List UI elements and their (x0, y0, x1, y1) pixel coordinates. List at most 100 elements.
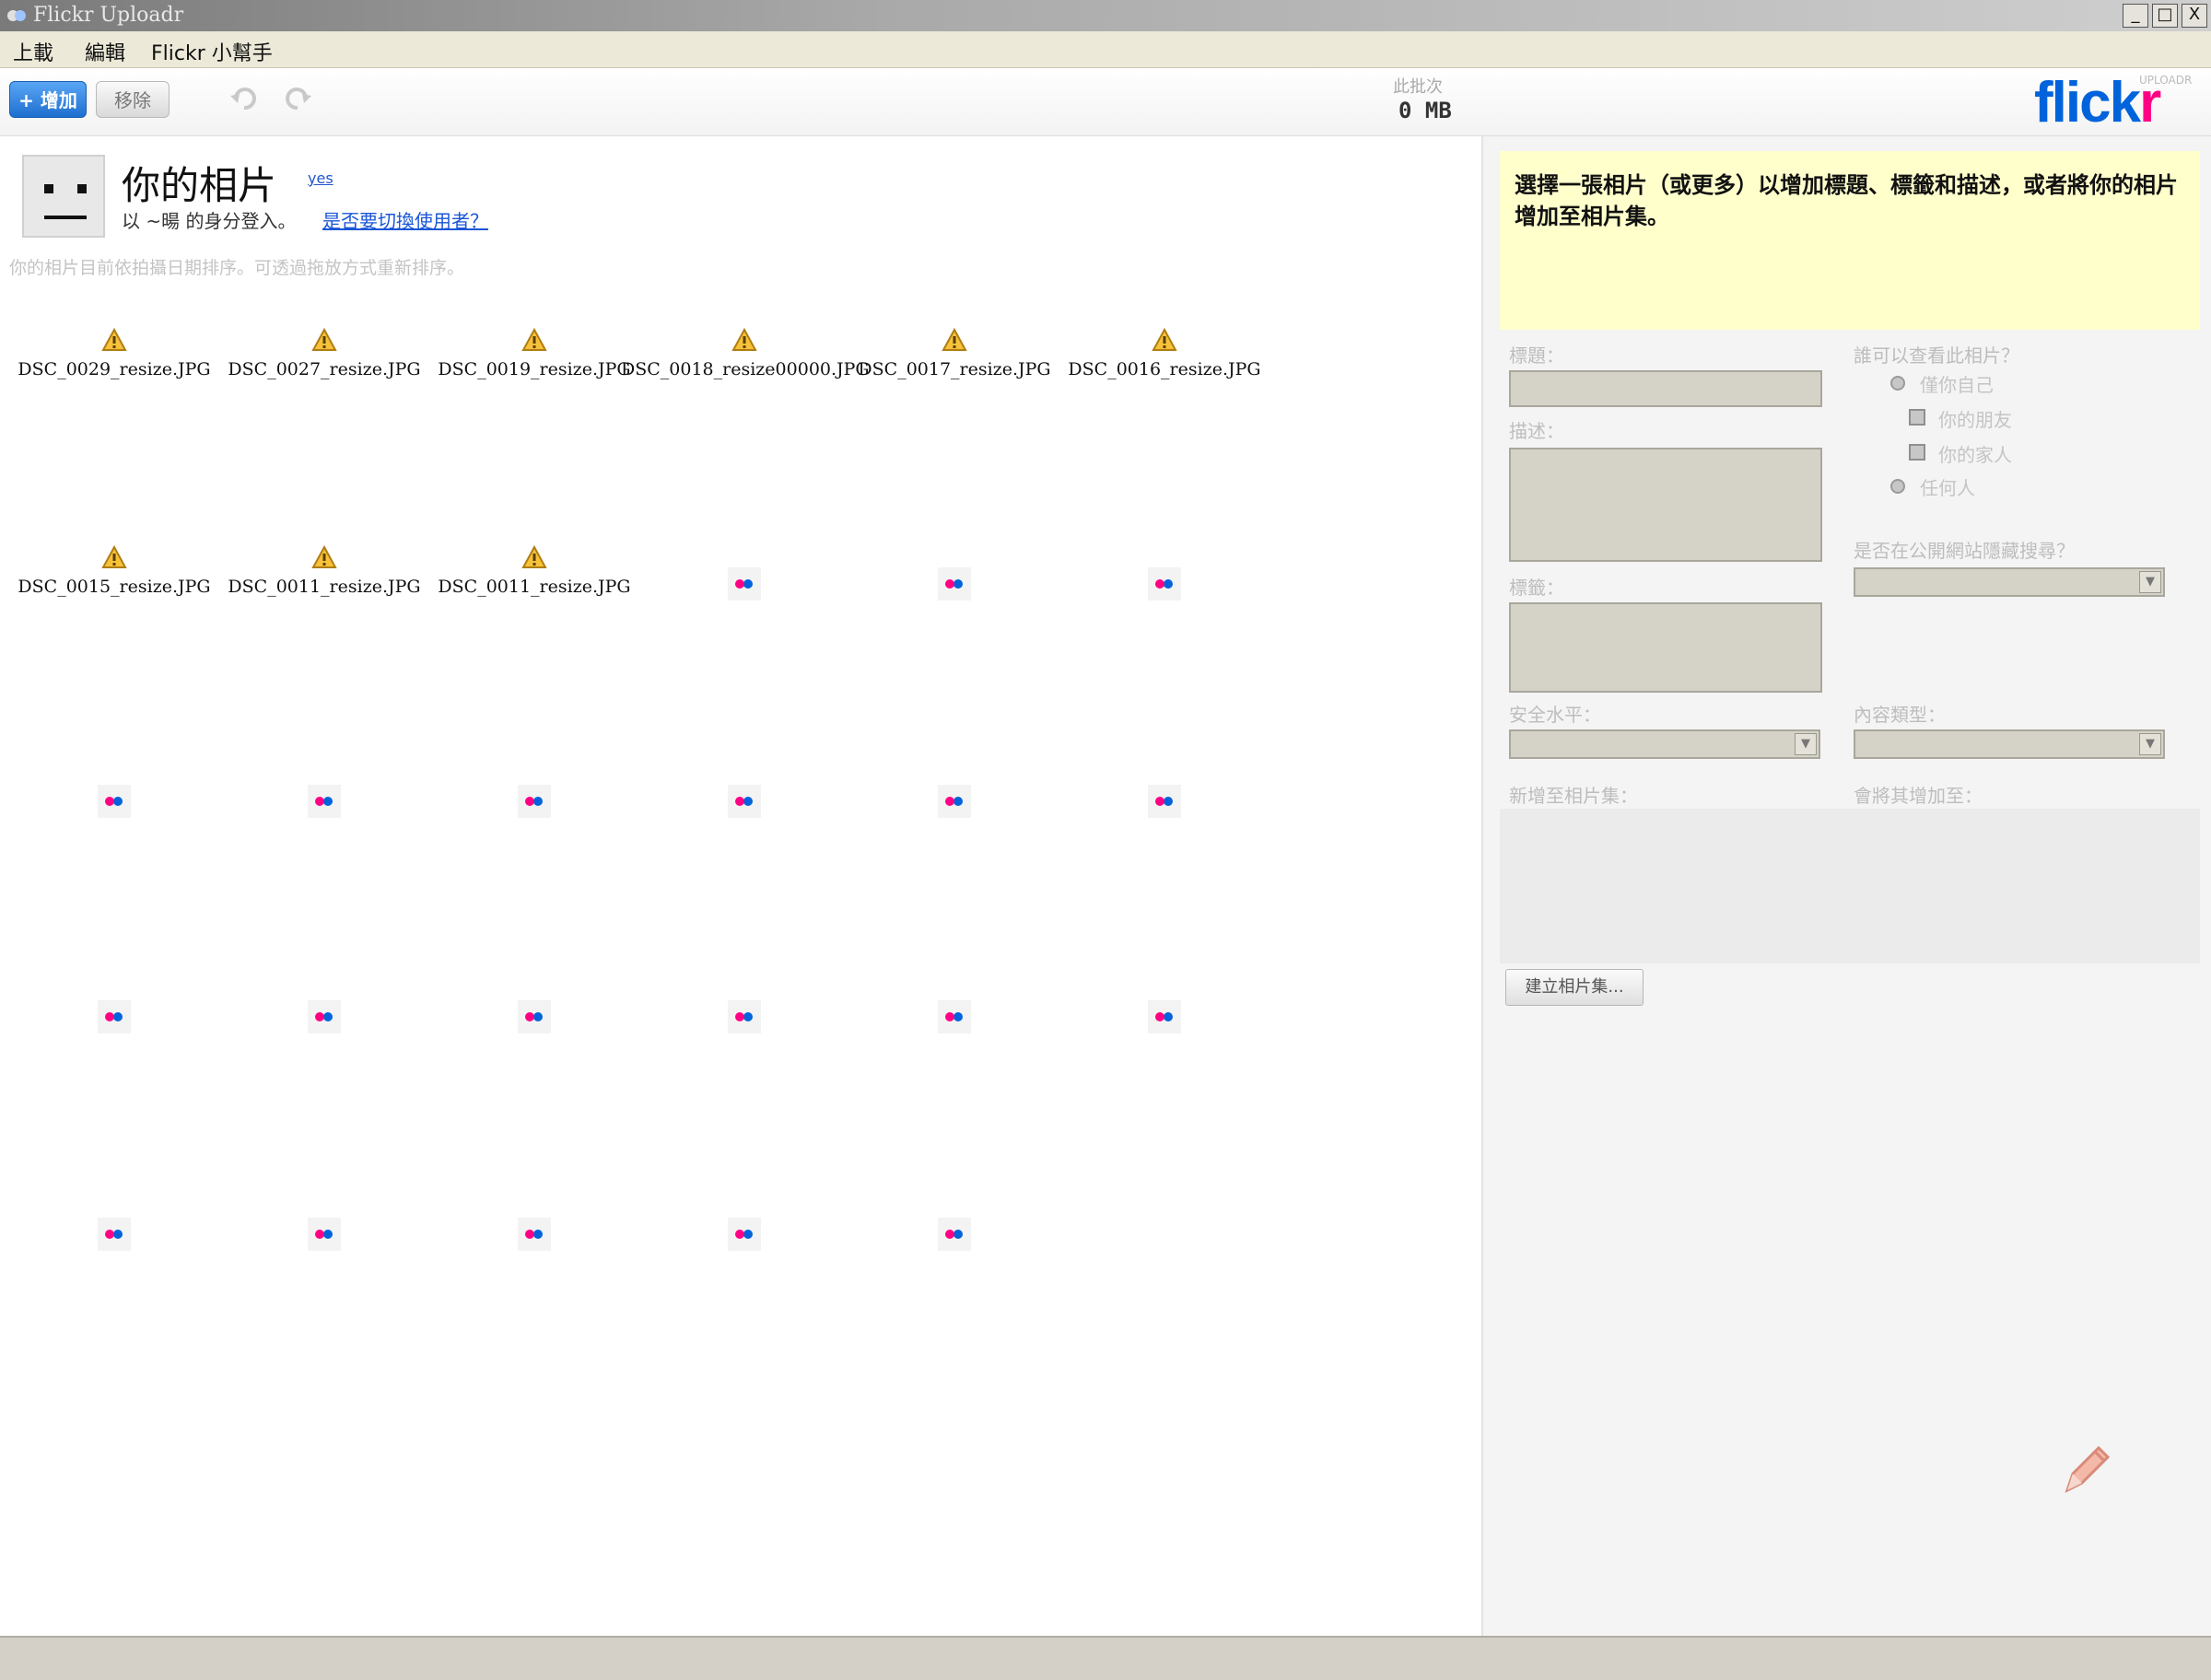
description-textarea[interactable] (1509, 448, 1822, 562)
tags-label: 標籤： (1509, 577, 1564, 599)
photo-thumbnail[interactable]: DSC_0027_resize.JPG (219, 304, 429, 442)
loading-dot-pink (945, 1230, 954, 1239)
photo-thumbnail[interactable] (9, 739, 219, 877)
loading-dot-blue (1164, 1012, 1173, 1021)
photo-thumbnail[interactable]: DSC_0029_resize.JPG (9, 304, 219, 442)
switch-user-link[interactable]: 是否要切換使用者？ (322, 206, 488, 233)
photo-thumbnail[interactable] (849, 1172, 1059, 1310)
loading-dot-pink (105, 1012, 114, 1021)
photo-thumbnail[interactable] (849, 521, 1059, 659)
photo-thumbnail[interactable]: DSC_0011_resize.JPG (429, 521, 639, 659)
loading-dot-blue (533, 1012, 543, 1021)
loading-icon (518, 1000, 551, 1033)
photo-thumbnail[interactable] (429, 739, 639, 877)
content-type-select[interactable]: ▼ (1854, 729, 2165, 759)
loading-dot-pink (525, 1230, 534, 1239)
loading-dot-blue (743, 1230, 753, 1239)
photo-thumbnail[interactable]: DSC_0016_resize.JPG (1059, 304, 1269, 442)
remove-photos-button[interactable]: 移除 (96, 81, 170, 118)
warning-icon (1152, 328, 1177, 351)
privacy-radio-public[interactable] (1890, 479, 1905, 494)
photo-thumbnail[interactable]: DSC_0019_resize.JPG (429, 304, 639, 442)
loading-dot-blue (533, 797, 543, 806)
photo-thumbnail[interactable] (1059, 521, 1269, 659)
photo-thumbnail[interactable]: DSC_0015_resize.JPG (9, 521, 219, 659)
warning-icon (101, 545, 127, 568)
photo-thumbnail[interactable] (1059, 739, 1269, 877)
photo-thumbnail[interactable] (429, 1172, 639, 1310)
loading-dot-pink (945, 797, 954, 806)
loading-dot-pink (735, 579, 744, 589)
photo-thumbnail[interactable] (9, 954, 219, 1092)
loading-dot-blue (743, 579, 753, 589)
loading-dot-pink (735, 797, 744, 806)
loading-dot-pink (1155, 1012, 1164, 1021)
rotate-right-icon[interactable] (282, 83, 313, 114)
photo-thumbnail[interactable] (639, 1172, 849, 1310)
add-photos-button[interactable]: + 增加 (9, 81, 87, 118)
loading-icon (98, 1218, 131, 1251)
photo-thumbnail[interactable] (639, 954, 849, 1092)
loading-dot-pink (1155, 797, 1164, 806)
photo-thumbnail[interactable] (1059, 954, 1269, 1092)
photo-thumbnail[interactable] (429, 954, 639, 1092)
chevron-down-icon: ▼ (1795, 733, 1817, 755)
logo-subtext: UPLOADR (2139, 74, 2193, 87)
loading-dot-pink (315, 1230, 324, 1239)
loading-icon (518, 785, 551, 818)
title-label: 標題： (1509, 344, 1564, 367)
privacy-check-family[interactable] (1909, 444, 1925, 461)
search-hide-select[interactable]: ▼ (1854, 567, 2165, 597)
create-set-button[interactable]: 建立相片集... (1505, 969, 1644, 1006)
privacy-option-friends: 你的朋友 (1938, 409, 2012, 431)
photo-thumbnail[interactable] (639, 521, 849, 659)
chevron-down-icon: ▼ (2139, 733, 2161, 755)
warning-icon (521, 328, 547, 351)
photo-thumbnail[interactable] (9, 1172, 219, 1310)
loading-icon (98, 1000, 131, 1033)
title-input[interactable] (1509, 370, 1822, 407)
loading-dot-pink (735, 1012, 744, 1021)
privacy-check-friends[interactable] (1909, 409, 1925, 426)
menu-upload[interactable]: 上載 (13, 37, 53, 66)
menu-flickr-helper[interactable]: Flickr 小幫手 (151, 37, 273, 66)
loading-dot-blue (1164, 797, 1173, 806)
menu-edit[interactable]: 編輯 (85, 37, 125, 66)
photo-thumbnail[interactable]: DSC_0011_resize.JPG (219, 521, 429, 659)
photo-thumbnail[interactable] (639, 739, 849, 877)
menu-bar: 上載 編輯 Flickr 小幫手 (0, 31, 2211, 68)
privacy-radio-private[interactable] (1890, 376, 1905, 391)
loading-dot-pink (945, 579, 954, 589)
loading-dot-pink (525, 797, 534, 806)
photo-details-panel: 選擇一張相片（或更多）以增加標題、標籤和描述，或者將你的相片增加至相片集。 標題… (1481, 136, 2211, 1636)
safety-level-select[interactable]: ▼ (1509, 729, 1820, 759)
loading-icon (938, 1218, 971, 1251)
photosets-area[interactable] (1500, 809, 2200, 963)
loading-dot-pink (525, 1012, 534, 1021)
photo-thumbnail[interactable] (219, 739, 429, 877)
photo-thumbnail[interactable] (849, 739, 1059, 877)
loading-dot-pink (105, 797, 114, 806)
loading-dot-blue (953, 1230, 963, 1239)
loading-dot-blue (323, 1230, 333, 1239)
close-button[interactable]: X (2182, 4, 2207, 28)
rotate-left-icon[interactable] (228, 83, 260, 114)
photo-thumbnail[interactable]: DSC_0017_resize.JPG (849, 304, 1059, 442)
loading-icon (1148, 1000, 1181, 1033)
warning-icon (521, 545, 547, 568)
photo-thumbnail[interactable] (849, 954, 1059, 1092)
tags-textarea[interactable] (1509, 602, 1822, 693)
pencil-icon[interactable] (2054, 1437, 2119, 1501)
loading-dot-blue (113, 797, 123, 806)
minimize-button[interactable]: _ (2123, 4, 2148, 28)
privacy-option-private: 僅你自己 (1920, 374, 1994, 396)
loading-icon (518, 1218, 551, 1251)
loading-icon (728, 567, 761, 601)
photo-thumbnail[interactable]: DSC_0018_resize00000.JPG (621, 304, 870, 442)
photo-thumbnail[interactable] (219, 954, 429, 1092)
photo-thumbnail[interactable] (219, 1172, 429, 1310)
loading-icon (728, 785, 761, 818)
user-link[interactable]: yes (308, 169, 333, 187)
maximize-button[interactable]: □ (2152, 4, 2178, 28)
loading-icon (938, 1000, 971, 1033)
